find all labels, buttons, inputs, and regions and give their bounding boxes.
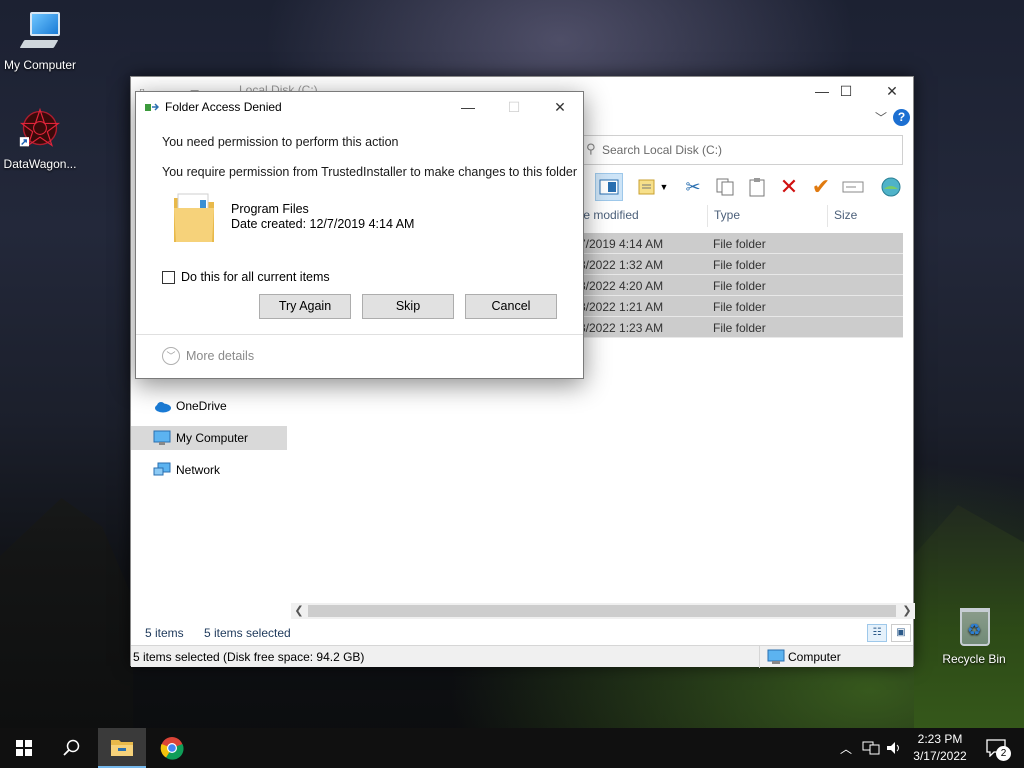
file-explorer-icon <box>111 740 133 756</box>
desktop-icon-recycle-bin[interactable]: ♻ Recycle Bin <box>934 604 1014 666</box>
copy-icon[interactable] <box>711 173 739 201</box>
preview-pane-icon[interactable] <box>595 173 623 201</box>
sidebar-item-label: Network <box>176 463 221 477</box>
cancel-button[interactable]: Cancel <box>465 294 557 319</box>
dialog-detail-message: You require permission from TrustedInsta… <box>162 165 578 179</box>
file-move-icon <box>145 103 159 111</box>
details-bar-location: Computer <box>788 650 841 664</box>
checkmark-icon[interactable]: ✔ <box>807 173 835 201</box>
sidebar-item-label: My Computer <box>176 431 249 445</box>
table-row[interactable]: 7/2019 4:14 AM File folder <box>577 233 903 254</box>
scroll-left-icon[interactable]: ❮ <box>291 603 307 619</box>
computer-icon <box>16 10 64 54</box>
dialog-message: You need permission to perform this acti… <box>162 135 399 149</box>
taskbar-clock[interactable]: 2:23 PM 3/17/2022 <box>906 731 974 765</box>
desktop-icon-my-computer[interactable]: My Computer <box>0 10 80 72</box>
close-button[interactable]: ✕ <box>537 92 583 122</box>
computer-icon <box>767 649 785 664</box>
item-name: Program Files <box>231 202 309 216</box>
scroll-right-icon[interactable]: ❯ <box>899 603 915 619</box>
details-bar-text: 5 items selected (Disk free space: 94.2 … <box>133 650 365 664</box>
rename-icon[interactable] <box>839 173 867 201</box>
dialog-divider <box>136 334 583 335</box>
paste-icon[interactable] <box>743 173 771 201</box>
item-date: Date created: 12/7/2019 4:14 AM <box>231 217 415 231</box>
details-bar-separator <box>759 646 760 668</box>
network-icon <box>153 462 171 476</box>
computer-icon <box>153 430 171 445</box>
checkbox-label: Do this for all current items <box>181 270 330 284</box>
delete-icon[interactable]: ✕ <box>775 173 803 201</box>
skip-button[interactable]: Skip <box>362 294 454 319</box>
datawagon-logo-icon <box>19 107 61 147</box>
sidebar-item-network[interactable]: Network <box>131 458 287 482</box>
try-again-button[interactable]: Try Again <box>259 294 351 319</box>
network-tray-icon[interactable] <box>860 728 882 768</box>
folder-access-denied-dialog: Folder Access Denied — ☐ ✕ You need perm… <box>135 91 584 379</box>
notification-center-button[interactable]: 2 <box>978 728 1014 768</box>
column-header-type[interactable]: Type <box>708 205 828 227</box>
status-bar: 5 items 5 items selected ☷ ▣ <box>131 621 913 645</box>
scrollbar-thumb[interactable] <box>308 605 896 617</box>
maximize-button: ☐ <box>507 98 521 115</box>
chevron-up-icon: ︿ <box>839 741 852 756</box>
table-row[interactable]: 3/2022 1:23 AM File folder <box>577 317 903 338</box>
table-row[interactable]: 3/2022 4:20 AM File folder <box>577 275 903 296</box>
start-button[interactable] <box>0 728 48 768</box>
chevron-down-icon: ﹀ <box>162 347 180 365</box>
desktop-icon-label: Recycle Bin <box>942 652 1006 666</box>
volume-icon[interactable] <box>884 728 904 768</box>
maximize-button[interactable]: ☐ <box>823 77 869 105</box>
clock-date: 3/17/2022 <box>913 749 967 763</box>
search-input[interactable]: ⚲ Search Local Disk (C:) <box>579 135 903 165</box>
folder-icon <box>174 193 214 242</box>
checkbox-icon[interactable] <box>162 270 175 284</box>
clock-time: 2:23 PM <box>917 732 963 746</box>
notification-badge: 2 <box>996 746 1011 761</box>
apply-to-all-checkbox[interactable]: Do this for all current items <box>162 270 330 284</box>
selected-count: 5 items selected <box>204 626 291 640</box>
taskbar: ︿ 2:23 PM 3/17/2022 2 <box>0 728 1024 768</box>
search-placeholder: Search Local Disk (C:) <box>602 143 723 157</box>
sidebar-item-onedrive[interactable]: OneDrive <box>131 394 287 418</box>
search-button[interactable] <box>48 728 96 768</box>
cloud-icon <box>155 402 171 413</box>
taskbar-file-explorer[interactable] <box>98 728 146 768</box>
item-count: 5 items <box>145 626 184 640</box>
help-icon[interactable]: ? <box>893 109 910 126</box>
more-details-toggle[interactable]: ﹀ More details <box>162 347 254 365</box>
horizontal-scrollbar[interactable]: ❮ ❯ <box>291 603 915 619</box>
large-icons-view-icon[interactable]: ▣ <box>891 624 911 642</box>
search-icon: ⚲ <box>586 141 596 156</box>
toolbar: ▼ ✂ ✕ ✔ <box>579 171 915 203</box>
dropdown-arrow-icon[interactable]: ▼ <box>657 173 671 201</box>
details-view-icon[interactable]: ☷ <box>867 624 887 642</box>
chevron-down-icon[interactable]: ﹀ <box>875 109 887 126</box>
file-list: 7/2019 4:14 AM File folder 3/2022 1:32 AM… <box>577 233 903 338</box>
dialog-titlebar[interactable]: Folder Access Denied — ☐ ✕ <box>136 92 583 122</box>
desktop-icon-label: DataWagon... <box>3 157 77 171</box>
close-button[interactable]: ✕ <box>869 77 915 105</box>
sidebar-item-my-computer[interactable]: My Computer <box>131 426 287 450</box>
globe-icon[interactable] <box>877 173 905 201</box>
desktop-icon-label: My Computer <box>3 58 77 72</box>
dialog-title: Folder Access Denied <box>165 100 282 114</box>
search-icon <box>63 739 80 756</box>
desktop-icon-datawagon[interactable]: DataWagon... <box>0 106 80 171</box>
details-bar: 5 items selected (Disk free space: 94.2 … <box>131 645 913 668</box>
show-hidden-icons-button[interactable]: ︿ <box>836 728 856 768</box>
table-row[interactable]: 3/2022 1:21 AM File folder <box>577 296 903 317</box>
minimize-button[interactable]: — <box>445 92 491 122</box>
recycle-bin-icon: ♻ <box>950 604 998 648</box>
chrome-icon <box>160 737 184 760</box>
sidebar-item-label: OneDrive <box>176 399 227 413</box>
taskbar-chrome[interactable] <box>148 728 196 768</box>
windows-logo-icon <box>16 740 32 756</box>
table-row[interactable]: 3/2022 1:32 AM File folder <box>577 254 903 275</box>
column-header-date[interactable]: te modified <box>574 205 708 227</box>
column-header-size[interactable]: Size <box>828 205 904 227</box>
cut-icon[interactable]: ✂ <box>679 173 707 201</box>
more-details-label: More details <box>186 349 255 363</box>
